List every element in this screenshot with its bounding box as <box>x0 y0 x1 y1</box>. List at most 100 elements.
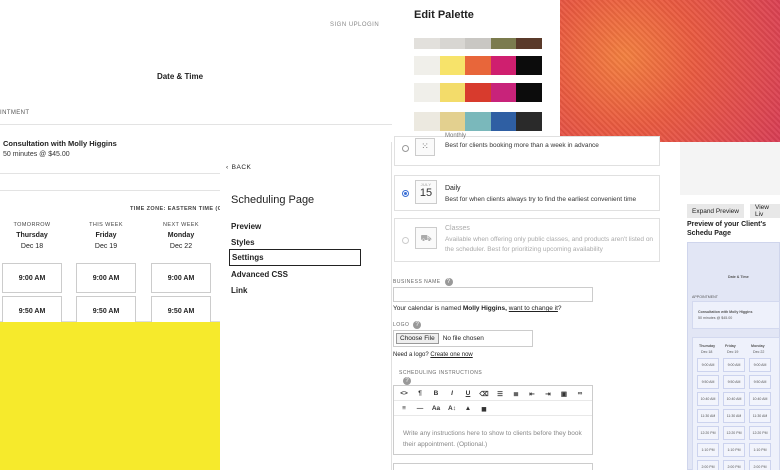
nav-item-settings[interactable]: Settings <box>229 249 361 266</box>
palette-swatch[interactable] <box>490 38 517 49</box>
need-logo-note: Need a logo? Create one now <box>393 352 473 358</box>
daily-radio[interactable] <box>402 190 409 197</box>
horizontal-rule-icon[interactable]: — <box>412 401 428 416</box>
change-name-link[interactable]: want to change it <box>509 305 558 312</box>
sign-up-link[interactable]: SIGN UP <box>330 22 358 28</box>
image-icon[interactable]: ▣ <box>556 386 572 401</box>
preview-mini-slot: 9:00 AM <box>749 358 771 372</box>
preview-mini-date: Dec 18 <box>701 350 713 354</box>
highlight-icon[interactable]: ◼ <box>476 401 492 416</box>
palette-row[interactable] <box>414 38 542 49</box>
palette-swatch[interactable] <box>414 83 440 102</box>
preview-mini-slot: 10:40 AM <box>697 392 719 406</box>
palette-row[interactable] <box>414 112 542 131</box>
palette-swatch[interactable] <box>414 38 440 49</box>
palette-swatch[interactable] <box>516 56 542 75</box>
clear-format-icon[interactable]: ▲ <box>460 401 476 416</box>
divider <box>0 124 392 125</box>
palette-row[interactable] <box>414 56 542 75</box>
indent-icon[interactable]: ⇥ <box>540 386 556 401</box>
help-icon[interactable]: ? <box>444 278 453 286</box>
back-button[interactable]: ‹ BACK <box>226 164 251 171</box>
numbered-list-icon[interactable]: ≣ <box>508 386 524 401</box>
layout-option-daily[interactable]: JULY 15 Daily Best for when clients alwa… <box>394 175 660 211</box>
palette-swatch[interactable] <box>490 83 517 102</box>
palette-swatch[interactable] <box>414 112 440 131</box>
preview-mini-slot: 9:50 AM <box>723 375 745 389</box>
expand-preview-button[interactable]: Expand Preview <box>687 204 744 218</box>
palette-row[interactable] <box>414 83 542 102</box>
palette-swatch[interactable] <box>439 38 466 49</box>
text-color-icon[interactable]: A↕ <box>444 401 460 416</box>
create-logo-link[interactable]: Create one now <box>430 352 472 358</box>
layout-option-monthly[interactable]: ⁙ Monthly Best for clients booking more … <box>394 133 660 166</box>
strikethrough-icon[interactable]: ⌫ <box>476 386 492 401</box>
code-icon[interactable]: <> <box>396 386 412 401</box>
option-description: Available when offering only public clas… <box>445 236 654 253</box>
bullet-list-icon[interactable]: ☰ <box>492 386 508 401</box>
preview-mini-slot: 10:40 AM <box>723 392 745 406</box>
font-size-icon[interactable]: Aa <box>428 401 444 416</box>
day-date: Dec 19 <box>94 243 118 250</box>
day-name: Thursday <box>16 232 48 239</box>
nav-title: Scheduling Page <box>231 194 315 206</box>
choose-file-button[interactable]: Choose File <box>396 333 439 344</box>
time-slot-button[interactable]: 9:00 AM <box>2 263 62 293</box>
preview-mini-slot: 2:00 PM <box>749 460 771 470</box>
preview-mini-meta: 50 minutes @ $45.00 <box>698 316 733 320</box>
help-icon[interactable]: ? <box>403 377 411 385</box>
time-slot-button[interactable]: 9:00 AM <box>76 263 136 293</box>
outdent-icon[interactable]: ⇤ <box>524 386 540 401</box>
palette-swatch[interactable] <box>465 38 491 49</box>
preview-frame: Date & Time APPOINTMENT Consultation wit… <box>687 242 780 470</box>
underline-icon[interactable]: U <box>460 386 476 401</box>
instructions-editor[interactable]: <> ¶ B I U ⌫ ☰ ≣ ⇤ ⇥ ▣ ∞ ≡ — Aa A↕ ▲ ◼ W… <box>393 385 593 455</box>
preview-mini-day: Monday <box>751 344 765 348</box>
palette-swatch[interactable] <box>516 112 542 131</box>
business-name-label-text: BUSINESS NAME <box>393 279 441 285</box>
palette-swatch[interactable] <box>490 56 517 75</box>
day-column-friday: THIS WEEK Friday Dec 19 <box>76 222 136 250</box>
layout-option-classes[interactable]: ⛟ Classes Available when offering only p… <box>394 218 660 262</box>
logo-label: LOGO ? <box>393 321 422 329</box>
change-suffix: ? <box>557 305 562 312</box>
view-live-button[interactable]: View Liv <box>750 204 780 218</box>
nav-item-preview[interactable]: Preview <box>231 222 261 231</box>
calendar-grid-icon: ⁙ <box>415 138 435 156</box>
preview-mini-slot: 9:00 AM <box>723 358 745 372</box>
monthly-radio[interactable] <box>402 145 409 152</box>
time-slot-button[interactable]: 9:00 AM <box>151 263 211 293</box>
preview-mini-date: Dec 22 <box>753 350 765 354</box>
scheduling-instructions-label: SCHEDULING INSTRUCTIONS <box>399 370 483 376</box>
calendar-day-icon: JULY 15 <box>415 180 437 204</box>
preview-panel: Expand Preview View Liv Preview of your … <box>678 195 780 470</box>
palette-swatch[interactable] <box>414 56 440 75</box>
day-date: Dec 22 <box>169 243 193 250</box>
align-icon[interactable]: ≡ <box>396 401 412 416</box>
italic-icon[interactable]: I <box>444 386 460 401</box>
day-column-thursday: TOMORROW Thursday Dec 18 <box>2 222 62 250</box>
palette-swatch[interactable] <box>465 56 491 75</box>
classes-radio[interactable] <box>402 237 409 244</box>
paragraph-icon[interactable]: ¶ <box>412 386 428 401</box>
palette-swatch[interactable] <box>439 83 466 102</box>
link-icon[interactable]: ∞ <box>572 386 588 401</box>
nav-item-link[interactable]: Link <box>231 286 247 295</box>
bold-icon[interactable]: B <box>428 386 444 401</box>
option-title: Monthly <box>445 133 467 139</box>
palette-swatch[interactable] <box>465 112 491 131</box>
palette-swatch[interactable] <box>465 83 491 102</box>
nav-item-styles[interactable]: Styles <box>231 238 255 247</box>
palette-swatch[interactable] <box>439 112 466 131</box>
business-name-input[interactable] <box>393 287 593 302</box>
palette-swatch[interactable] <box>516 38 542 49</box>
help-icon[interactable]: ? <box>413 321 422 329</box>
login-link[interactable]: LOGIN <box>358 22 379 28</box>
nav-item-advanced-css[interactable]: Advanced CSS <box>231 270 288 279</box>
page-title: Date & Time <box>156 72 204 81</box>
palette-swatch[interactable] <box>439 56 466 75</box>
preview-mini-slot: 10:40 AM <box>749 392 771 406</box>
no-file-text: No file chosen <box>442 335 484 342</box>
palette-swatch[interactable] <box>516 83 542 102</box>
palette-swatch[interactable] <box>490 112 517 131</box>
